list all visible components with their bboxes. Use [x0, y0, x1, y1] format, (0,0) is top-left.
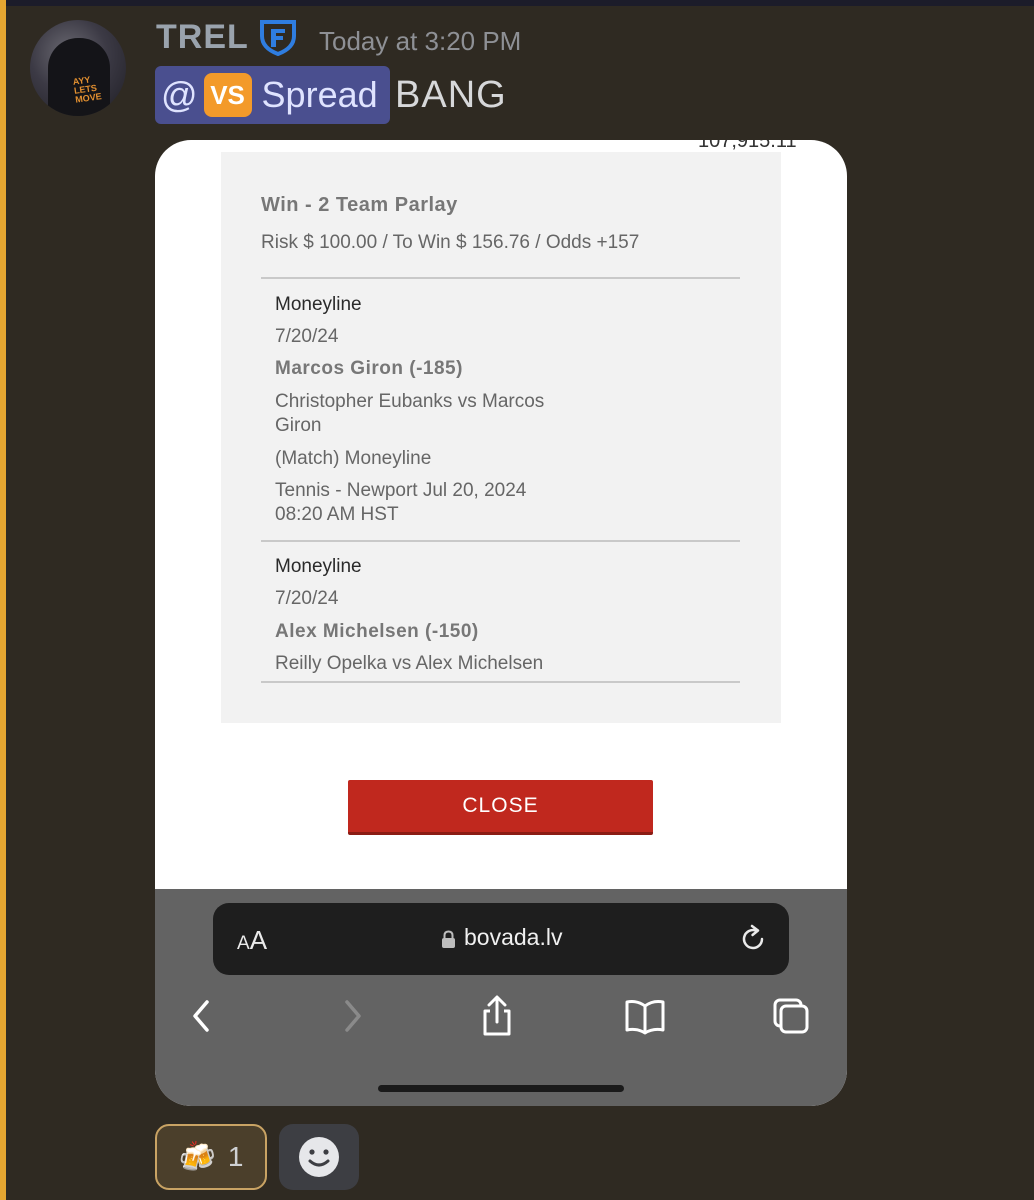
message-timestamp: Today at 3:20 PM [319, 26, 522, 56]
beer-reaction[interactable]: 🍻 1 [155, 1124, 267, 1190]
username[interactable]: TREL [156, 18, 249, 57]
leg2-matchup-line1: Reilly Opelka vs Alex Michelsen [275, 653, 544, 674]
reaction-count: 1 [227, 1141, 244, 1172]
lock-icon [442, 930, 455, 948]
reload-icon[interactable] [737, 923, 769, 955]
divider [261, 277, 740, 279]
role-mention[interactable]: @ VS Spread [155, 66, 390, 124]
home-indicator [378, 1085, 624, 1092]
leg1-event-line1: Tennis - Newport Jul 20, 2024 [275, 480, 527, 501]
embedded-image[interactable]: 107,915.11 Win - 2 Team Parlay Risk $ 10… [155, 140, 847, 1106]
bet-ticket: Win - 2 Team Parlay Risk $ 100.00 / To W… [221, 152, 781, 723]
reader-text-size-button[interactable]: AA [237, 925, 267, 956]
url-text[interactable]: bovada.lv [464, 924, 562, 951]
leg1-matchup-line1: Christopher Eubanks vs Marcos [275, 391, 545, 412]
leg1-type: Moneyline [275, 294, 362, 315]
top-strip [0, 0, 1034, 6]
close-button[interactable]: CLOSE [348, 780, 653, 835]
leg2-type: Moneyline [275, 556, 362, 577]
divider [261, 540, 740, 542]
add-reaction-button[interactable] [279, 1124, 359, 1190]
divider [261, 681, 740, 683]
ticket-title: Win - 2 Team Parlay [261, 194, 458, 216]
ticket-summary: Risk $ 100.00 / To Win $ 156.76 / Odds +… [261, 232, 640, 253]
back-icon[interactable] [179, 994, 223, 1038]
mention-role-name: Spread [261, 74, 378, 115]
message-text: BANG [395, 74, 507, 116]
share-icon[interactable] [475, 994, 519, 1038]
address-bar[interactable]: AA bovada.lv [213, 903, 789, 975]
browser-toolbar: AA bovada.lv [155, 889, 847, 1106]
tabs-icon[interactable] [769, 994, 813, 1038]
leg1-market: (Match) Moneyline [275, 448, 432, 469]
avatar-hoodie-text: AYY LETS MOVE [72, 74, 103, 105]
smiley-icon [299, 1137, 339, 1177]
leg2-pick: Alex Michelsen (-150) [275, 621, 479, 642]
vs-emoji-icon: VS [203, 73, 252, 117]
forward-icon[interactable] [331, 994, 375, 1038]
bookmarks-icon[interactable] [623, 994, 667, 1038]
clinking-beers-icon: 🍻 [178, 1140, 216, 1174]
shield-badge-icon [260, 20, 296, 56]
leg2-date: 7/20/24 [275, 588, 339, 609]
mention-at: @ [161, 74, 198, 115]
avatar[interactable]: AYY LETS MOVE [30, 20, 126, 116]
leg1-event-line2: 08:20 AM HST [275, 504, 399, 525]
leg1-date: 7/20/24 [275, 326, 339, 347]
mention-highlight-bar [0, 0, 6, 1200]
leg1-matchup-line2: Giron [275, 415, 322, 436]
leg1-pick: Marcos Giron (-185) [275, 358, 463, 379]
